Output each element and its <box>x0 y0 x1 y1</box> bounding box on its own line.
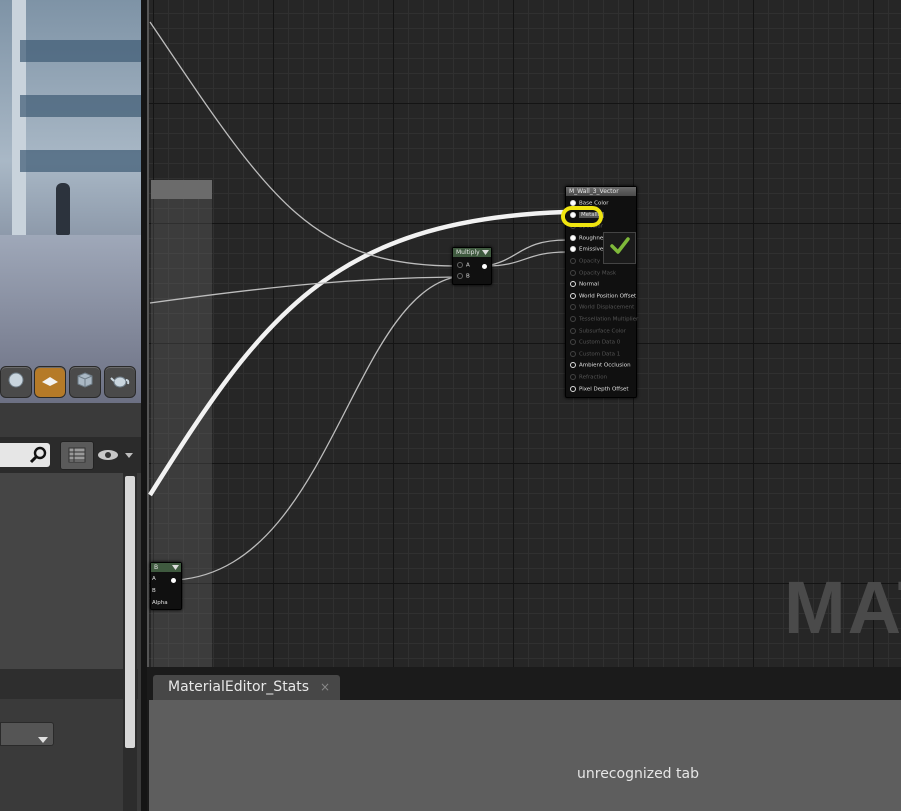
pin-connector[interactable] <box>570 304 576 311</box>
pin-connector[interactable] <box>570 385 576 392</box>
multiply-pin-b[interactable]: B <box>457 273 470 281</box>
lerp-title-text: B <box>154 564 159 571</box>
pin-label: A <box>152 576 156 582</box>
stats-panel <box>149 700 901 811</box>
pin-connector[interactable] <box>570 374 576 380</box>
details-scrollbar-thumb[interactable] <box>125 476 135 748</box>
viewport-figure <box>56 183 70 235</box>
result-pin[interactable]: Refraction <box>570 374 607 382</box>
tab-label[interactable]: MaterialEditor_Stats <box>168 679 309 695</box>
eye-icon <box>97 449 137 468</box>
pin-connector[interactable] <box>570 327 576 334</box>
checkmark-icon <box>609 237 630 259</box>
multiply-pin-a[interactable]: A <box>457 262 470 270</box>
close-icon[interactable]: × <box>320 680 330 694</box>
pin-connector[interactable] <box>570 234 576 241</box>
pin-label: Normal <box>579 281 599 288</box>
result-pin[interactable]: Custom Data 1 <box>570 350 621 359</box>
search-icon[interactable] <box>29 445 49 469</box>
compile-status-badge <box>603 232 636 264</box>
details-content <box>0 473 123 669</box>
pin-label: Opacity Mask <box>579 270 617 277</box>
pin-label: A <box>466 262 470 269</box>
pin-connector[interactable] <box>570 362 576 369</box>
result-pin[interactable]: Tessellation Multiplier <box>570 316 638 324</box>
result-pin[interactable]: Normal <box>570 281 599 289</box>
lerp-pin-b[interactable]: B <box>152 588 156 595</box>
pin-label: Pixel Depth Offset <box>579 386 629 393</box>
plane-preview-icon <box>41 373 59 392</box>
cube-preview-icon <box>76 371 94 393</box>
preview-viewport[interactable] <box>0 0 141 403</box>
pin-connector[interactable] <box>570 339 576 346</box>
viewport-window <box>20 95 141 117</box>
lerp-node-title[interactable]: B <box>151 563 181 572</box>
lerp-node[interactable]: B A B Alpha <box>150 562 182 610</box>
lerp-pin-alpha[interactable]: Alpha <box>152 600 168 607</box>
lerp-pin-a[interactable]: A <box>152 576 156 583</box>
plane-preview-button[interactable] <box>34 366 66 398</box>
multiply-node[interactable]: Multiply A B <box>452 247 492 285</box>
pin-label: Refraction <box>579 374 608 381</box>
graph-watermark: MAT <box>784 566 901 649</box>
pin-label: Custom Data 0 <box>579 339 621 346</box>
pin-label: Alpha <box>152 600 168 606</box>
cube-preview-button[interactable] <box>69 366 101 398</box>
pin-connector[interactable] <box>570 292 576 299</box>
pin-label: B <box>152 588 156 594</box>
viewport-window <box>20 150 141 172</box>
result-pin[interactable]: Opacity <box>570 258 600 266</box>
chevron-down-icon <box>37 729 49 748</box>
chevron-down-icon[interactable] <box>482 250 489 255</box>
grid-view-icon <box>68 447 86 467</box>
pin-connector[interactable] <box>570 281 576 288</box>
result-pin[interactable]: Subsurface Color <box>570 327 626 336</box>
result-pin[interactable]: World Displacement <box>570 304 634 312</box>
stats-message: unrecognized tab <box>577 766 699 782</box>
visibility-dropdown[interactable] <box>97 446 137 464</box>
comment-box-header[interactable] <box>151 180 212 199</box>
pin-label: B <box>466 273 470 280</box>
pin-connector[interactable] <box>570 246 576 253</box>
pin-connector[interactable] <box>570 316 576 322</box>
pin-label: World Displacement <box>579 304 635 311</box>
result-node-title[interactable]: M_Wall_3_Vector <box>566 187 636 196</box>
pin-connector[interactable] <box>570 350 576 357</box>
pin-label: Opacity <box>579 258 601 265</box>
pin-connector[interactable] <box>570 269 576 276</box>
viewport-window <box>20 40 141 62</box>
details-search-input[interactable] <box>0 443 50 467</box>
result-pin[interactable]: Pixel Depth Offset <box>570 385 629 394</box>
multiply-title-text: Multiply <box>456 249 480 256</box>
pin-label: Custom Data 1 <box>579 351 621 358</box>
chevron-down-icon[interactable] <box>172 565 179 570</box>
sphere-preview-icon <box>7 371 25 393</box>
pin-label: Ambient Occlusion <box>579 362 631 369</box>
sphere-preview-button[interactable] <box>0 366 32 398</box>
teapot-preview-icon <box>110 371 130 393</box>
result-pin[interactable]: Ambient Occlusion <box>570 362 631 370</box>
multiply-node-title[interactable]: Multiply <box>453 248 491 257</box>
lerp-output-pin[interactable] <box>171 578 176 583</box>
pin-label: World Position Offset <box>579 293 637 300</box>
pin-label: Subsurface Color <box>579 328 626 335</box>
multiply-output-pin[interactable] <box>482 264 487 269</box>
result-pin[interactable]: World Position Offset <box>570 292 637 301</box>
details-combo-box[interactable] <box>0 722 54 746</box>
viewport-column <box>12 0 26 240</box>
teapot-preview-button[interactable] <box>104 366 136 398</box>
pin-label: Tessellation Multiplier <box>579 316 639 323</box>
details-section-header <box>0 669 138 699</box>
metallic-pin-highlight <box>561 206 603 227</box>
view-options-button[interactable] <box>60 441 94 470</box>
result-pin[interactable]: Custom Data 0 <box>570 339 620 347</box>
pin-connector[interactable] <box>570 258 576 264</box>
result-pin[interactable]: Opacity Mask <box>570 269 617 278</box>
